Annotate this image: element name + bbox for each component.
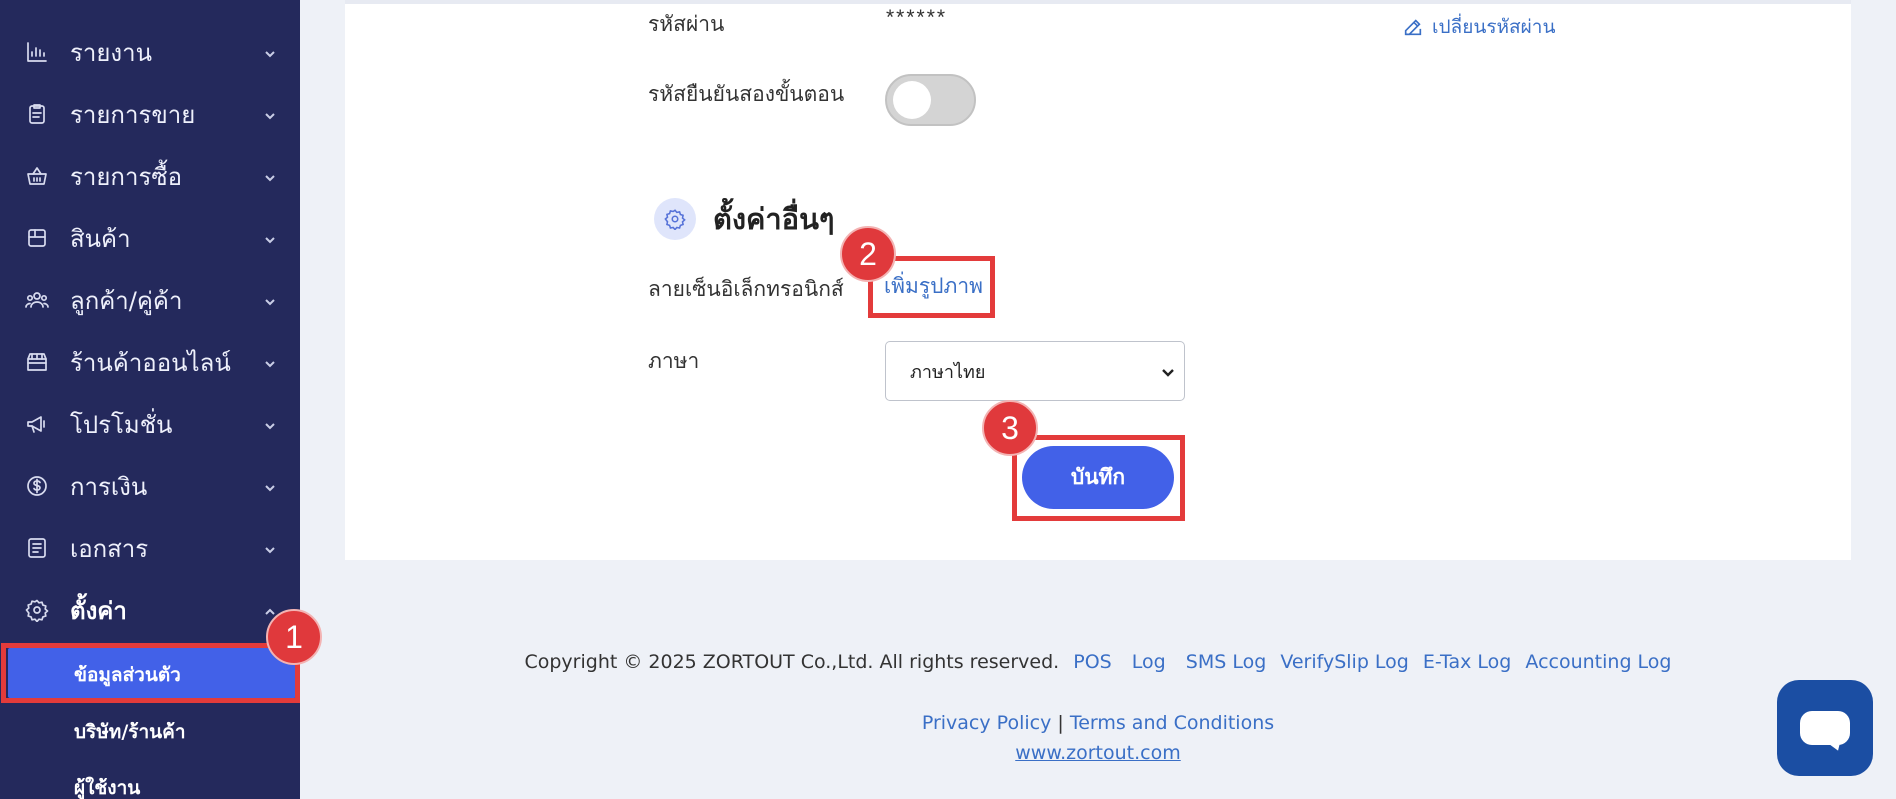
save-button[interactable]: บันทึก xyxy=(1022,446,1174,509)
footer-link-pos[interactable]: POS xyxy=(1073,651,1111,673)
footer-link-etax-log[interactable]: E-Tax Log xyxy=(1423,651,1511,673)
sidebar-item-label: ร้านค้าออนไลน์ xyxy=(70,348,231,377)
chevron-down-icon xyxy=(264,357,276,369)
sidebar-item-label: เอกสาร xyxy=(70,534,149,563)
change-password-label: เปลี่ยนรหัสผ่าน xyxy=(1432,16,1556,38)
password-label: รหัสผ่าน xyxy=(648,12,725,36)
language-label: ภาษา xyxy=(648,349,700,373)
language-select[interactable]: ภาษาไทย xyxy=(885,341,1185,401)
step-badge-2: 2 xyxy=(840,226,896,282)
footer-link-log[interactable]: Log xyxy=(1132,651,1166,673)
twofa-label: รหัสยืนยันสองขั้นตอน xyxy=(648,82,845,106)
chevron-down-icon xyxy=(1160,364,1176,380)
esign-label: ลายเซ็นอิเล็กทรอนิกส์ xyxy=(648,277,844,301)
chevron-down-icon xyxy=(264,481,276,493)
clipboard-icon xyxy=(24,101,50,127)
toggle-knob xyxy=(893,81,931,119)
sidebar-item-label: การเงิน xyxy=(70,472,148,501)
section-title: ตั้งค่าอื่นๆ xyxy=(713,202,835,236)
sidebar-item-online-store[interactable]: ร้านค้าออนไลน์ xyxy=(0,337,300,387)
website-link[interactable]: www.zortout.com xyxy=(1015,742,1181,764)
footer-copyright-line: Copyright © 2025 ZORTOUT Co.,Ltd. All ri… xyxy=(0,651,1896,673)
settings-gear-icon xyxy=(654,198,696,240)
store-icon xyxy=(24,349,50,375)
footer-separator: | xyxy=(1057,712,1064,734)
sidebar: รายงาน รายการขาย รายการซื้อ สินค้า ลูกค้… xyxy=(0,0,300,799)
sidebar-item-reports[interactable]: รายงาน xyxy=(0,27,300,77)
document-icon xyxy=(24,535,50,561)
twofa-toggle[interactable] xyxy=(885,74,976,126)
terms-link[interactable]: Terms and Conditions xyxy=(1070,712,1274,734)
sidebar-item-label: รายงาน xyxy=(70,38,153,67)
chevron-down-icon xyxy=(264,47,276,59)
privacy-policy-link[interactable]: Privacy Policy xyxy=(922,712,1051,734)
chevron-down-icon xyxy=(264,109,276,121)
sidebar-item-label: สินค้า xyxy=(70,224,131,253)
sidebar-item-purchases[interactable]: รายการซื้อ xyxy=(0,151,300,201)
chevron-down-icon xyxy=(264,543,276,555)
sidebar-item-promotions[interactable]: โปรโมชั่น xyxy=(0,399,300,449)
chat-button[interactable] xyxy=(1777,680,1873,776)
sidebar-subitem-users[interactable]: ผู้ใช้งาน xyxy=(74,773,140,799)
chart-icon xyxy=(24,39,50,65)
card-top-border xyxy=(345,0,1851,4)
chevron-down-icon xyxy=(264,171,276,183)
sidebar-item-label: ตั้งค่า xyxy=(70,596,127,625)
sidebar-item-customers[interactable]: ลูกค้า/คู่ค้า xyxy=(0,275,300,325)
sidebar-item-label: ลูกค้า/คู่ค้า xyxy=(70,286,183,315)
edit-icon xyxy=(1404,19,1422,36)
footer-legal-line: Privacy Policy | Terms and Conditions xyxy=(0,712,1896,734)
step-badge-3: 3 xyxy=(982,400,1038,456)
gear-icon xyxy=(24,597,50,623)
sidebar-item-documents[interactable]: เอกสาร xyxy=(0,523,300,573)
sidebar-item-sales[interactable]: รายการขาย xyxy=(0,89,300,139)
sidebar-item-label: รายการซื้อ xyxy=(70,162,183,191)
box-icon xyxy=(24,225,50,251)
sidebar-item-label: โปรโมชั่น xyxy=(70,410,173,439)
chevron-down-icon xyxy=(264,295,276,307)
footer-link-sms-log[interactable]: SMS Log xyxy=(1186,651,1267,673)
sidebar-item-label: รายการขาย xyxy=(70,100,196,129)
sidebar-item-finance[interactable]: การเงิน xyxy=(0,461,300,511)
sidebar-item-products[interactable]: สินค้า xyxy=(0,213,300,263)
footer-website-line: www.zortout.com xyxy=(0,742,1896,764)
chevron-down-icon xyxy=(264,419,276,431)
chevron-up-icon xyxy=(264,605,276,617)
megaphone-icon xyxy=(24,411,50,437)
password-value: ****** xyxy=(886,6,948,29)
sidebar-item-settings[interactable]: ตั้งค่า xyxy=(0,585,300,635)
dollar-icon xyxy=(24,473,50,499)
basket-icon xyxy=(24,163,50,189)
chevron-down-icon xyxy=(264,233,276,245)
change-password-link[interactable]: เปลี่ยนรหัสผ่าน xyxy=(1402,12,1555,42)
chat-bubble-icon xyxy=(1800,711,1850,745)
users-icon xyxy=(24,287,50,313)
language-selected-value: ภาษาไทย xyxy=(910,361,986,383)
footer-copyright: Copyright © 2025 ZORTOUT Co.,Ltd. All ri… xyxy=(524,651,1060,673)
add-image-link[interactable]: เพิ่มรูปภาพ xyxy=(884,270,983,303)
footer-link-accounting-log[interactable]: Accounting Log xyxy=(1525,651,1671,673)
footer-link-verifyslip-log[interactable]: VerifySlip Log xyxy=(1280,651,1409,673)
